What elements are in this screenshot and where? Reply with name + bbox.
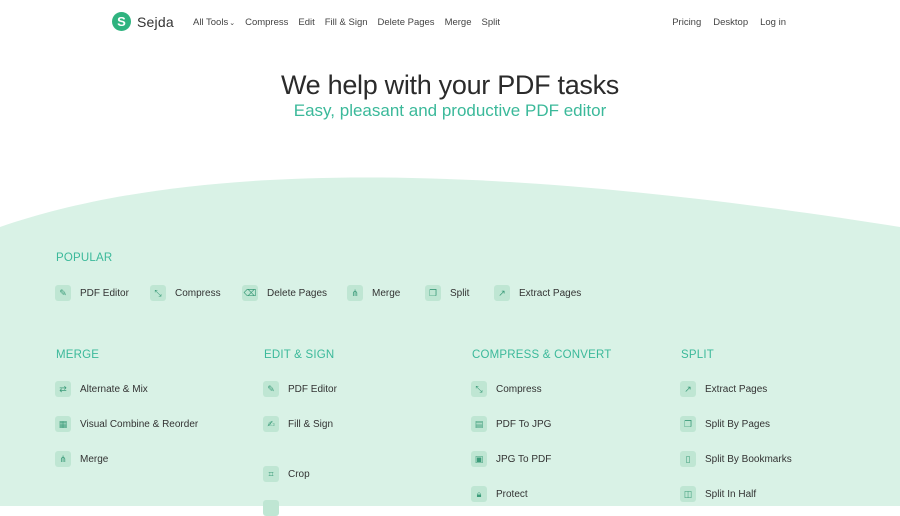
compress-convert-column-title: COMPRESS & CONVERT — [472, 349, 612, 361]
tool-fill-sign[interactable]: ✍ Fill & Sign — [263, 416, 333, 432]
tool-label: Split In Half — [705, 488, 757, 500]
nav-edit[interactable]: Edit — [298, 17, 314, 28]
tool-label: PDF Editor — [288, 383, 337, 395]
tool-pdf-editor[interactable]: ✎ PDF Editor — [263, 381, 337, 397]
main-nav: All Tools⌄ Compress Edit Fill & Sign Del… — [193, 17, 500, 28]
tool-label: Compress — [175, 287, 221, 299]
crop-icon: ⌗ — [263, 466, 279, 482]
tool-protect[interactable]: 🔒︎ Protect — [471, 486, 528, 502]
tool-label: Protect — [496, 488, 528, 500]
wave-divider — [0, 177, 900, 235]
tool-compress[interactable]: ⤡ Compress — [471, 381, 542, 397]
tool-label: Fill & Sign — [288, 418, 334, 430]
nav-split[interactable]: Split — [482, 17, 500, 28]
tool-split-in-half[interactable]: ◫ Split In Half — [680, 486, 756, 502]
tool-merge[interactable]: ⋔ Merge — [55, 451, 108, 467]
sign-icon: ✍ — [263, 416, 279, 432]
merge-icon: ⋔ — [347, 285, 363, 301]
nav-delete-pages[interactable]: Delete Pages — [378, 17, 435, 28]
document-icon: ▤ — [471, 416, 487, 432]
nav-desktop[interactable]: Desktop — [713, 17, 748, 28]
tool-label: Extract Pages — [519, 287, 582, 299]
tool-crop[interactable]: ⌗ Crop — [263, 466, 310, 482]
account-nav: Pricing Desktop Log in — [672, 17, 786, 28]
tool-icon — [263, 500, 279, 516]
split-icon: ❐ — [680, 416, 696, 432]
popular-compress[interactable]: ⤡ Compress — [150, 285, 221, 301]
nav-pricing[interactable]: Pricing — [672, 17, 701, 28]
tool-label: Delete Pages — [267, 287, 328, 299]
split-icon: ❐ — [425, 285, 441, 301]
pencil-icon: ✎ — [263, 381, 279, 397]
popular-split[interactable]: ❐ Split — [425, 285, 469, 301]
popular-merge[interactable]: ⋔ Merge — [347, 285, 400, 301]
brand-logo[interactable]: S Sejda — [112, 12, 174, 31]
tool-label: Visual Combine & Reorder — [80, 418, 199, 430]
tool-label: Split By Pages — [705, 418, 771, 430]
trash-icon: ⌫ — [242, 285, 258, 301]
extract-icon: ↗ — [680, 381, 696, 397]
tool-label: Compress — [496, 383, 542, 395]
popular-pdf-editor[interactable]: ✎ PDF Editor — [55, 285, 129, 301]
nav-compress[interactable]: Compress — [245, 17, 288, 28]
combine-icon: ▦ — [55, 416, 71, 432]
tool-label: Split By Bookmarks — [705, 453, 792, 465]
nav-fill-sign[interactable]: Fill & Sign — [325, 17, 368, 28]
lock-icon: 🔒︎ — [471, 486, 487, 502]
tool-split-by-pages[interactable]: ❐ Split By Pages — [680, 416, 770, 432]
tool-label: PDF To JPG — [496, 418, 552, 430]
tool-label: Merge — [80, 453, 109, 465]
edit-sign-column-title: EDIT & SIGN — [264, 349, 335, 361]
tool-extract-pages[interactable]: ↗ Extract Pages — [680, 381, 767, 397]
extract-icon: ↗ — [494, 285, 510, 301]
image-icon: ▣ — [471, 451, 487, 467]
pencil-icon: ✎ — [55, 285, 71, 301]
popular-title: POPULAR — [56, 252, 113, 264]
nav-login[interactable]: Log in — [760, 17, 786, 28]
merge-column-title: MERGE — [56, 349, 100, 361]
logo-icon: S — [112, 12, 131, 31]
compress-icon: ⤡ — [150, 285, 166, 301]
brand-name: Sejda — [137, 13, 174, 30]
popular-delete-pages[interactable]: ⌫ Delete Pages — [242, 285, 327, 301]
popular-extract-pages[interactable]: ↗ Extract Pages — [494, 285, 581, 301]
tool-label: Extract Pages — [705, 383, 768, 395]
compress-icon: ⤡ — [471, 381, 487, 397]
tool-pdf-to-jpg[interactable]: ▤ PDF To JPG — [471, 416, 551, 432]
tool-partial-next[interactable] — [263, 500, 279, 516]
chevron-down-icon: ⌄ — [229, 20, 236, 27]
split-column-title: SPLIT — [681, 349, 714, 361]
nav-merge[interactable]: Merge — [445, 17, 472, 28]
merge-icon: ⋔ — [55, 451, 71, 467]
nav-all-tools[interactable]: All Tools⌄ — [193, 17, 235, 28]
tool-label: Alternate & Mix — [80, 383, 148, 395]
tool-label: JPG To PDF — [496, 453, 552, 465]
tool-label: Split — [450, 287, 470, 299]
tool-label: PDF Editor — [80, 287, 129, 299]
shuffle-icon: ⇄ — [55, 381, 71, 397]
tool-split-by-bookmarks[interactable]: ▯ Split By Bookmarks — [680, 451, 792, 467]
tool-label: Crop — [288, 468, 310, 480]
tool-jpg-to-pdf[interactable]: ▣ JPG To PDF — [471, 451, 551, 467]
top-navigation-bar: S Sejda All Tools⌄ Compress Edit Fill & … — [0, 0, 900, 46]
tool-label: Merge — [372, 287, 401, 299]
half-icon: ◫ — [680, 486, 696, 502]
hero-subtitle: Easy, pleasant and productive PDF editor — [293, 101, 607, 120]
tool-alternate-mix[interactable]: ⇄ Alternate & Mix — [55, 381, 148, 397]
bookmark-icon: ▯ — [680, 451, 696, 467]
tool-visual-combine[interactable]: ▦ Visual Combine & Reorder — [55, 416, 198, 432]
hero-title: We help with your PDF tasks — [280, 70, 620, 100]
